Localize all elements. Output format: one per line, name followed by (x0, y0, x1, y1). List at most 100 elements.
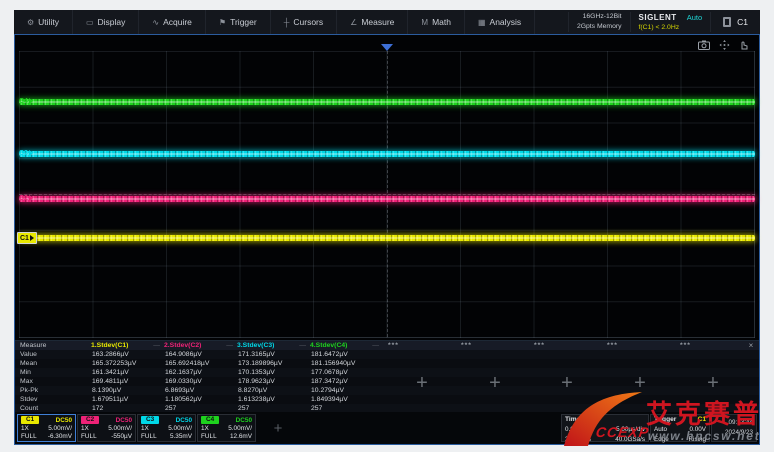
waveform-area[interactable]: C4 C3 C2 C1 (15, 35, 759, 340)
c1-probe: 1X (21, 425, 29, 432)
memory-label: 2Gpts Memory (577, 22, 622, 32)
menu-display-label: Display (98, 17, 126, 27)
channel-marker-c4[interactable]: C4 (17, 96, 35, 106)
c4-scale: 5.00mV/ (228, 425, 252, 432)
min-c4: 177.0678µV (310, 369, 383, 376)
c3-tag: C3 (141, 416, 159, 424)
screen-tool-icons (698, 40, 749, 50)
menu-cursors[interactable]: ┼Cursors (271, 10, 337, 34)
bandwidth-label: 16GHz-12Bit (577, 12, 622, 22)
add-measurement-button[interactable]: + (483, 371, 507, 395)
menu-acquire[interactable]: ∿ Acquire (139, 10, 206, 34)
scope-display: C4 C3 C2 C1 Measure 1.Stdev(C1)— 2.Stdev… (14, 34, 760, 445)
c4-offset: 12.6mV (230, 433, 252, 440)
c1-tag: C1 (21, 416, 39, 424)
menu-trigger[interactable]: ⚑Trigger (206, 10, 271, 34)
watermark-brand-text: CCEXP (595, 424, 650, 440)
min-c1: 161.3421µV (91, 369, 164, 376)
count-c2: 257 (164, 405, 237, 412)
c4-bandwidth: FULL (201, 433, 217, 440)
channel-marker-c3-label: C3 (19, 150, 28, 157)
mean-c4: 181.156940µV (310, 360, 383, 367)
measure-row-value: Value 163.2866µV 164.9086µV 171.3165µV 1… (15, 350, 759, 359)
add-channel-button[interactable]: + (263, 414, 293, 442)
c2-coupling: DC50 (116, 417, 132, 424)
active-channel-label: C1 (737, 17, 748, 27)
menu-measure[interactable]: ∠ Measure (337, 10, 408, 34)
trigger-source-indicator[interactable]: C1 (711, 17, 760, 27)
pkpk-c3: 8.8270µV (237, 387, 310, 394)
menu-utility[interactable]: ⚙Utility (14, 10, 73, 34)
menu-analysis[interactable]: ▦Analysis (465, 10, 535, 34)
menu-math[interactable]: MMath (408, 10, 465, 34)
mean-c3: 173.189896µV (237, 360, 310, 367)
measure-col-4[interactable]: 4.Stdev(C4)— (310, 342, 383, 349)
acquisition-status[interactable]: Auto (687, 13, 702, 22)
channel-marker-c1[interactable]: C1 (17, 232, 37, 244)
channel-box-c2[interactable]: C2DC50 1X5.00mV/ FULL-550µV (77, 414, 136, 442)
touch-hand-icon[interactable] (739, 40, 749, 50)
trigger-position-marker[interactable] (381, 44, 393, 51)
column-separator: — (372, 342, 379, 349)
menu-trigger-label: Trigger (230, 17, 257, 27)
add-measurement-button[interactable]: + (701, 371, 725, 395)
empty-slot-header: *** (461, 341, 472, 350)
c2-offset: -550µV (111, 433, 132, 440)
add-measurement-button[interactable]: + (410, 371, 434, 395)
channel-box-c1[interactable]: C1 DC50 1X 5.00mV/ FULL -6.30mV (17, 414, 76, 442)
strip-spacer (294, 414, 560, 442)
max-c2: 169.0330µV (164, 378, 237, 385)
watermark-chinese-text: 艾克赛普 (646, 394, 762, 431)
scope-spec: 16GHz-12Bit 2Gpts Memory (568, 12, 630, 32)
menu-acquire-label: Acquire (163, 17, 192, 27)
channel-marker-c2-label: C2 (19, 195, 28, 202)
c1-bandwidth: FULL (21, 433, 37, 440)
value-c1: 163.2866µV (91, 351, 164, 358)
c1-offset: -6.30mV (48, 433, 72, 440)
c1-scale: 5.00mV/ (48, 425, 72, 432)
channel-box-c3[interactable]: C3DC50 1X5.00mV/ FULL5.35mV (137, 414, 196, 442)
menu-display[interactable]: ▭ Display (73, 10, 139, 34)
value-c2: 164.9086µV (164, 351, 237, 358)
channel-marker-c2[interactable]: C2 (17, 193, 35, 203)
max-c3: 178.9623µV (237, 378, 310, 385)
move-arrows-icon[interactable] (719, 40, 730, 50)
brand-block: SIGLENTAuto f(C1) < 2.0Hz (630, 12, 712, 33)
pkpk-c4: 10.2794µV (310, 387, 383, 394)
value-c4: 181.6472µV (310, 351, 383, 358)
measure-col-3[interactable]: 3.Stdev(C3) — (237, 342, 310, 349)
empty-slot-header: *** (680, 341, 691, 350)
min-c2: 162.1637µV (164, 369, 237, 376)
waveform-trace-c4 (19, 99, 755, 105)
ruler-icon: ∠ (350, 18, 357, 27)
gear-icon: ⚙ (27, 18, 34, 27)
row-label: Mean (15, 360, 91, 367)
menu-measure-label: Measure (361, 17, 394, 27)
measure-col-3-label: 3.Stdev(C3) (237, 342, 274, 349)
c2-tag: C2 (81, 416, 99, 424)
row-label: Max (15, 378, 91, 385)
pkpk-c2: 6.8693µV (164, 387, 237, 394)
camera-icon[interactable] (698, 40, 710, 50)
row-label: Pk-Pk (15, 387, 91, 394)
menu-analysis-label: Analysis (490, 17, 522, 27)
c3-coupling: DC50 (176, 417, 192, 424)
usb-icon (723, 17, 731, 27)
acquire-wave-icon: ∿ (152, 18, 159, 27)
column-separator: — (299, 342, 306, 349)
math-icon: M (421, 18, 428, 27)
crosshair-icon: ┼ (284, 18, 290, 27)
measure-header-row: Measure 1.Stdev(C1)— 2.Stdev(C2)— 3.Stde… (15, 341, 759, 350)
c1-coupling: DC50 (56, 417, 72, 424)
c4-coupling: DC50 (236, 417, 252, 424)
close-measure-panel-icon[interactable]: × (746, 342, 756, 350)
channel-box-c4[interactable]: C4DC50 1X5.00mV/ FULL12.6mV (197, 414, 256, 442)
stdev-c2: 1.180562µV (164, 396, 237, 403)
empty-slot-header: *** (388, 341, 399, 350)
channel-marker-c3[interactable]: C3 (17, 148, 35, 158)
display-icon: ▭ (86, 18, 94, 27)
empty-slot-header: *** (607, 341, 618, 350)
measure-col-1[interactable]: 1.Stdev(C1)— (91, 342, 164, 349)
measure-col-2[interactable]: 2.Stdev(C2)— (164, 342, 237, 349)
waveform-trace-c3 (19, 151, 755, 157)
